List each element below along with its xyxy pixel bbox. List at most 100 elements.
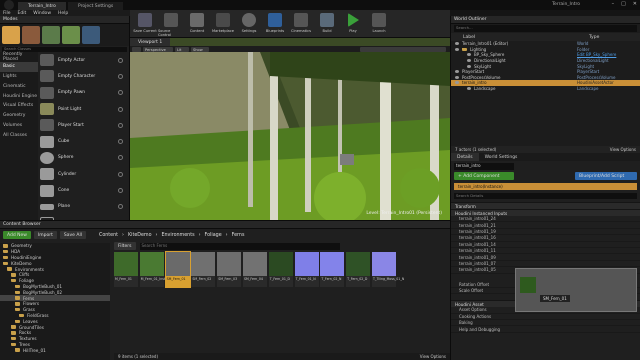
category-item[interactable]: Recently Placed — [0, 52, 38, 62]
placeable-item[interactable]: Player Start — [38, 117, 129, 133]
build-button[interactable]: Build — [314, 10, 340, 37]
lit-button[interactable]: Lit — [175, 47, 189, 52]
breadcrumb-item[interactable]: Foliage — [205, 233, 222, 238]
level-viewport[interactable]: Viewport 1 Perspective Lit Show Level: T… — [130, 38, 450, 220]
help-icon[interactable] — [118, 57, 123, 63]
placeable-item[interactable]: Sphere — [38, 150, 129, 166]
category-item[interactable]: Visual Effects — [0, 101, 38, 111]
eye-icon[interactable] — [455, 81, 459, 85]
help-icon[interactable] — [118, 122, 123, 128]
help-icon[interactable] — [118, 73, 123, 79]
viewport-options-button[interactable] — [132, 47, 141, 52]
eye-icon[interactable] — [455, 47, 459, 51]
column-label[interactable]: Label — [463, 35, 589, 40]
close-icon[interactable]: ✕ — [633, 1, 637, 7]
help-icon[interactable] — [118, 155, 123, 161]
save-all-button[interactable]: Save All — [59, 231, 86, 239]
view-options-button[interactable]: View Options — [420, 354, 446, 359]
tab-project-settings[interactable]: Project Settings — [67, 2, 124, 10]
asset-tile[interactable]: SM_Fern_02 — [191, 252, 216, 287]
view-options-button[interactable]: View Options — [610, 147, 636, 152]
outliner-row[interactable]: PostProcessVolume PostProcessVolume — [451, 75, 640, 81]
paint-mode-icon[interactable] — [22, 26, 40, 44]
landscape-mode-icon[interactable] — [42, 26, 60, 44]
eye-icon[interactable] — [467, 64, 471, 68]
help-icon[interactable] — [118, 106, 123, 112]
breadcrumb-item[interactable]: Ferns — [232, 233, 245, 238]
source-control-button[interactable]: Source Control — [158, 10, 184, 37]
eye-icon[interactable] — [467, 53, 471, 57]
placeable-item[interactable]: Empty Actor — [38, 52, 129, 68]
eye-icon[interactable] — [467, 59, 471, 63]
section-instanced-inputs[interactable]: Houdini Instanced Inputs — [451, 209, 640, 216]
asset-search-input[interactable]: Search Ferns — [139, 242, 340, 250]
add-component-button[interactable]: + Add Component — [454, 172, 514, 180]
import-button[interactable]: Import — [33, 231, 57, 239]
breadcrumb-item[interactable]: Environments — [161, 233, 194, 238]
tab-details[interactable]: Details — [451, 153, 479, 161]
folder-item[interactable]: HillTree_01 — [0, 347, 110, 353]
asset-tile[interactable]: T_Fern_02_D — [346, 252, 371, 287]
place-mode-icon[interactable] — [2, 26, 20, 44]
asset-tile[interactable]: T_Fern_02_N — [320, 252, 345, 287]
placeable-item[interactable]: Cube — [38, 133, 129, 149]
content-button[interactable]: Content — [184, 10, 210, 37]
maximize-icon[interactable]: □ — [621, 1, 626, 7]
asset-tile[interactable]: T_Tiling_Moss_01_N — [371, 252, 404, 287]
column-type[interactable]: Type — [589, 35, 599, 40]
category-item[interactable]: Lights — [0, 72, 38, 82]
help-icon[interactable] — [118, 188, 123, 194]
category-item[interactable]: Houdini Engine — [0, 91, 38, 101]
asset-tile[interactable]: T_Fern_01_N — [294, 252, 319, 287]
asset-tile[interactable]: T_Fern_01_D — [268, 252, 293, 287]
cinematics-button[interactable]: Cinematics — [288, 10, 314, 37]
eye-icon[interactable] — [455, 75, 459, 79]
placeable-item[interactable]: Cone — [38, 182, 129, 198]
menu-window[interactable]: Window — [33, 11, 51, 16]
help-icon[interactable] — [118, 204, 123, 210]
menu-edit[interactable]: Edit — [18, 11, 27, 16]
foliage-mode-icon[interactable] — [62, 26, 80, 44]
perspective-button[interactable]: Perspective — [143, 47, 173, 52]
eye-icon[interactable] — [455, 42, 459, 46]
geometry-mode-icon[interactable] — [82, 26, 100, 44]
section-transform[interactable]: Transform — [451, 202, 640, 209]
add-new-button[interactable]: Add New — [3, 231, 31, 239]
menu-help[interactable]: Help — [58, 11, 68, 16]
outliner-search-input[interactable]: Search... — [454, 25, 637, 32]
placeable-item[interactable]: Empty Character — [38, 68, 129, 84]
category-item[interactable]: Basic — [0, 61, 38, 72]
eye-icon[interactable] — [455, 70, 459, 74]
show-button[interactable]: Show — [191, 47, 209, 52]
outliner-row-selected[interactable]: terrain_intro HoudiniAssetActor — [451, 80, 640, 86]
help-icon[interactable] — [118, 171, 123, 177]
settings-button[interactable]: Settings — [236, 10, 262, 37]
details-search-input[interactable]: Search Details — [454, 193, 637, 199]
tab-level[interactable]: Terrain_Intro — [18, 2, 66, 10]
viewport-tab[interactable]: Viewport 1 — [130, 38, 171, 46]
asset-tile[interactable]: M_Fern_01_Inst — [139, 252, 165, 287]
placeable-item[interactable]: Empty Pawn — [38, 85, 129, 101]
asset-tile[interactable]: SM_Fern_04 — [242, 252, 267, 287]
blueprint-add-script-button[interactable]: Blueprint/Add Script — [575, 172, 637, 180]
outliner-row[interactable]: BP_Sky_Sphere Edit BP_Sky_Sphere — [451, 52, 640, 58]
menu-file[interactable]: File — [3, 11, 11, 16]
asset-tile[interactable]: SM_Fern_03 — [217, 252, 242, 287]
eye-icon[interactable] — [467, 87, 471, 91]
launch-button[interactable]: Launch — [366, 10, 392, 37]
tab-world-settings[interactable]: World Settings — [479, 153, 524, 161]
filters-button[interactable]: Filters — [114, 242, 136, 250]
category-item[interactable]: Volumes — [0, 121, 38, 131]
category-item[interactable]: Geometry — [0, 111, 38, 121]
section-row[interactable]: Help and Debugging — [451, 326, 640, 333]
play-button[interactable]: Play — [340, 10, 366, 37]
edit-blueprint-link[interactable]: Edit BP_Sky_Sphere — [577, 52, 616, 57]
help-icon[interactable] — [118, 139, 123, 145]
placeable-item[interactable]: Point Light — [38, 101, 129, 117]
placeable-item[interactable]: Cylinder — [38, 166, 129, 182]
asset-tile-selected[interactable]: SM_Fern_01 — [164, 251, 191, 288]
category-item[interactable]: All Classes — [0, 130, 38, 140]
blueprints-button[interactable]: Blueprints — [262, 10, 288, 37]
snap-toolbar[interactable] — [360, 47, 446, 52]
category-item[interactable]: Cinematic — [0, 81, 38, 91]
